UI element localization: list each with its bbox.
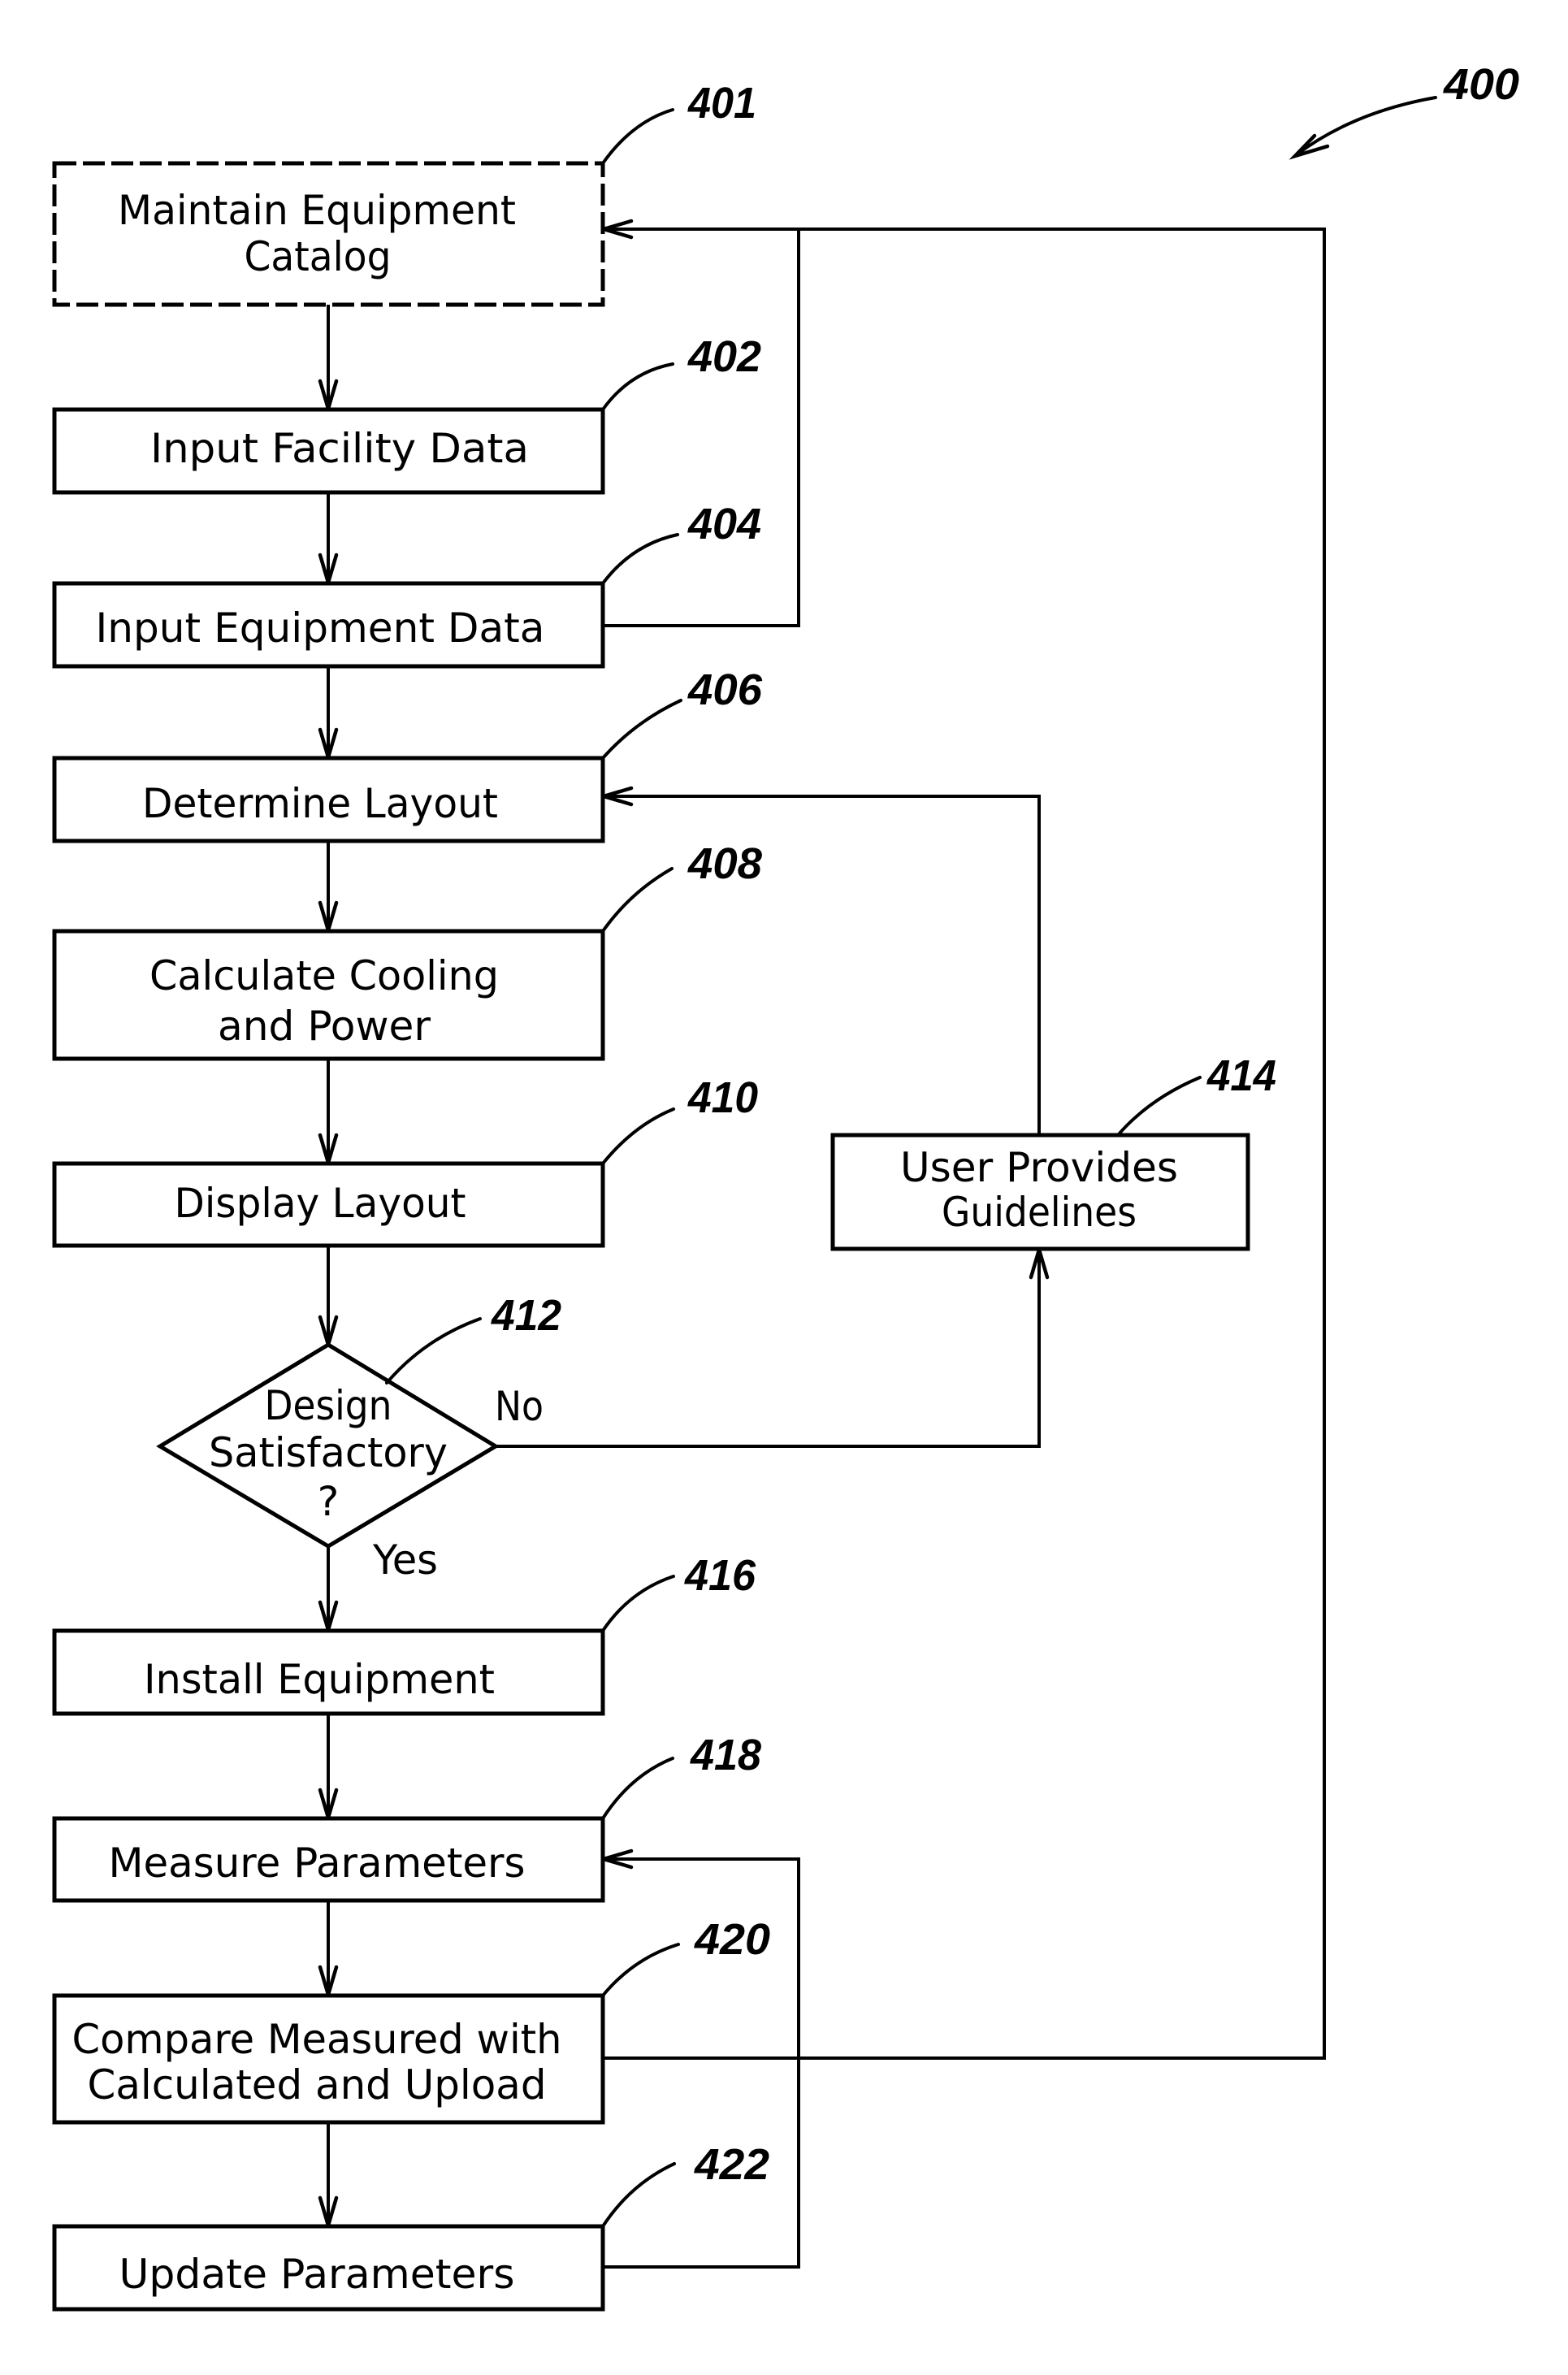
node-408-label-line-1: Calculate Cooling: [149, 952, 499, 999]
leader-401: [601, 108, 674, 165]
node-401-label-line-2: Catalog: [245, 233, 392, 280]
node-410: Display Layout: [52, 1161, 605, 1248]
node-408: Calculate Cooling and Power: [52, 929, 605, 1061]
node-416-label: Install Equipment: [144, 1656, 495, 1703]
node-404-label: Input Equipment Data: [96, 605, 545, 652]
leader-404: [601, 533, 679, 585]
ref-418: 418: [690, 1731, 761, 1779]
leader-408: [601, 867, 674, 933]
figure-reference-number: 400: [1443, 60, 1519, 109]
node-412-label-line-3: ?: [318, 1478, 340, 1525]
node-414-label-line-2: Guidelines: [942, 1189, 1137, 1236]
ref-402: 402: [687, 332, 761, 381]
node-402: Input Facility Data: [52, 407, 605, 495]
node-422: Update Parameters: [52, 2224, 605, 2312]
ref-406: 406: [687, 665, 763, 714]
node-420-label-line-1: Compare Measured with: [72, 2016, 562, 2063]
edge-414-406: [604, 795, 1041, 1135]
edge-label-no: No: [495, 1383, 544, 1430]
ref-416: 416: [684, 1551, 756, 1600]
node-408-label-line-2: and Power: [218, 1003, 431, 1050]
node-422-label: Update Parameters: [119, 2251, 515, 2298]
leader-418: [601, 1757, 674, 1820]
node-412-label-line-1: Design: [265, 1382, 392, 1429]
ref-408: 408: [687, 839, 762, 888]
edge-label-yes: Yes: [372, 1536, 438, 1584]
node-404: Input Equipment Data: [52, 581, 605, 669]
leader-414: [1116, 1076, 1202, 1137]
node-416: Install Equipment: [52, 1628, 605, 1716]
node-418: Measure Parameters: [52, 1816, 605, 1903]
leader-416: [601, 1575, 675, 1632]
flowchart-400: 400 Maintain Equipment Catalog Input Fac…: [52, 60, 1519, 2312]
ref-414: 414: [1206, 1051, 1276, 1100]
node-420-label-line-2: Calculated and Upload: [88, 2061, 547, 2108]
figure-reference: 400: [1289, 60, 1519, 160]
node-420: Compare Measured with Calculated and Upl…: [52, 1993, 605, 2125]
leader-420: [601, 1943, 680, 1997]
leader-402: [601, 362, 674, 411]
node-401-label-line-1: Maintain Equipment: [118, 187, 516, 234]
node-406: Determine Layout: [52, 756, 605, 843]
ref-401: 401: [687, 79, 756, 128]
ref-412: 412: [491, 1291, 561, 1340]
edge-404-401: [603, 229, 800, 627]
edge-412-414: [496, 1250, 1041, 1448]
ref-422: 422: [694, 2140, 769, 2189]
leader-412: [385, 1317, 482, 1385]
node-406-label: Determine Layout: [142, 780, 498, 827]
node-410-label: Display Layout: [175, 1180, 466, 1227]
node-414-label-line-1: User Provides: [900, 1144, 1178, 1191]
node-401: Maintain Equipment Catalog: [52, 161, 605, 307]
node-418-label: Measure Parameters: [109, 1840, 526, 1887]
leader-422: [601, 2162, 676, 2228]
node-414: User Provides Guidelines: [830, 1133, 1250, 1251]
ref-410: 410: [687, 1073, 758, 1122]
leader-410: [601, 1107, 675, 1165]
node-412-decision: Design Satisfactory ?: [156, 1342, 500, 1549]
ref-420: 420: [694, 1915, 770, 1964]
node-412-label-line-2: Satisfactory: [209, 1429, 448, 1476]
figure-reference-arrow: [1294, 96, 1437, 157]
node-402-label: Input Facility Data: [150, 425, 529, 472]
ref-404: 404: [687, 500, 761, 548]
leader-406: [601, 699, 682, 760]
